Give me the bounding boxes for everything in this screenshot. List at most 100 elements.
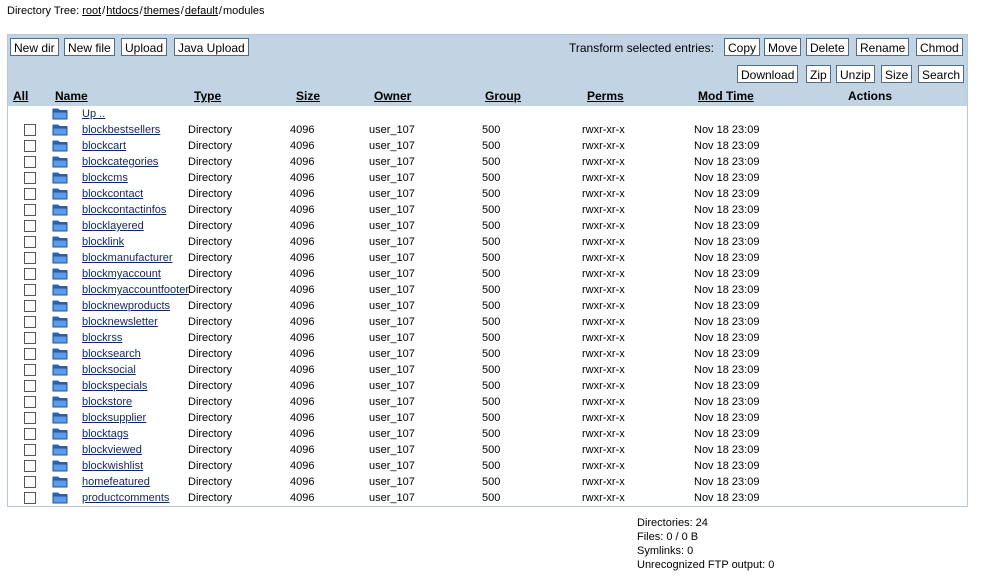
entry-name-link[interactable]: blockwishlist	[82, 459, 143, 473]
entry-name-link[interactable]: blockmyaccount	[82, 267, 161, 281]
download-button[interactable]: Download	[737, 65, 799, 83]
entry-owner: user_107	[369, 156, 415, 168]
row-checkbox[interactable]	[24, 124, 36, 136]
folder-icon	[52, 188, 68, 200]
column-header-owner[interactable]: Owner	[374, 89, 411, 103]
entry-size: 4096	[290, 460, 315, 472]
entry-name-link[interactable]: blocksearch	[82, 347, 141, 361]
row-checkbox[interactable]	[24, 428, 36, 440]
entry-size: 4096	[290, 204, 315, 216]
entry-name-link[interactable]: blockbestsellers	[82, 123, 160, 137]
row-checkbox[interactable]	[24, 220, 36, 232]
row-checkbox[interactable]	[24, 380, 36, 392]
breadcrumb-link-themes[interactable]: themes	[144, 5, 180, 17]
java-upload-button[interactable]: Java Upload	[174, 38, 249, 56]
row-checkbox[interactable]	[24, 300, 36, 312]
entry-name-link[interactable]: blockcontactinfos	[82, 203, 166, 217]
entry-size: 4096	[290, 428, 315, 440]
entry-owner: user_107	[369, 428, 415, 440]
up-directory-link[interactable]: Up ..	[82, 107, 105, 121]
delete-button[interactable]: Delete	[806, 38, 849, 56]
entry-name-link[interactable]: blocknewsletter	[82, 315, 158, 329]
row-checkbox[interactable]	[24, 396, 36, 408]
size-button[interactable]: Size	[881, 65, 913, 83]
entry-name-link[interactable]: blockviewed	[82, 443, 142, 457]
zip-button[interactable]: Zip	[806, 65, 831, 83]
row-checkbox[interactable]	[24, 204, 36, 216]
entry-size: 4096	[290, 236, 315, 248]
entry-type: Directory	[188, 428, 233, 440]
row-checkbox[interactable]	[24, 444, 36, 456]
unzip-button[interactable]: Unzip	[836, 65, 875, 83]
row-checkbox[interactable]	[24, 492, 36, 504]
row-checkbox[interactable]	[24, 236, 36, 248]
upload-button[interactable]: Upload	[121, 38, 168, 56]
breadcrumb-link-root[interactable]: root	[82, 5, 101, 17]
entry-name-link[interactable]: productcomments	[82, 491, 169, 505]
row-checkbox[interactable]	[24, 460, 36, 472]
entry-group: 500	[482, 412, 501, 424]
entry-name-link[interactable]: homefeatured	[82, 475, 150, 489]
new-file-button[interactable]: New file	[64, 38, 115, 56]
row-checkbox[interactable]	[24, 364, 36, 376]
table-row: homefeatured Directory 4096 user_107 500 rwxr…	[8, 474, 967, 490]
select-all-link[interactable]: All	[13, 89, 28, 103]
entry-name-link[interactable]: blocksupplier	[82, 411, 146, 425]
entry-group: 500	[482, 348, 501, 360]
entry-type: Directory	[188, 444, 233, 456]
entry-name-link[interactable]: blocknewproducts	[82, 299, 170, 313]
column-header-name[interactable]: Name	[55, 89, 88, 103]
row-checkbox[interactable]	[24, 316, 36, 328]
entry-size: 4096	[290, 412, 315, 424]
entry-name-link[interactable]: blockcontact	[82, 187, 143, 201]
folder-icon	[52, 108, 68, 120]
entry-owner: user_107	[369, 316, 415, 328]
row-checkbox[interactable]	[24, 348, 36, 360]
row-checkbox[interactable]	[24, 140, 36, 152]
row-checkbox[interactable]	[24, 268, 36, 280]
search-button[interactable]: Search	[918, 65, 965, 83]
breadcrumb-link-default[interactable]: default	[185, 5, 218, 17]
entry-name-link[interactable]: blocklink	[82, 235, 124, 249]
entry-name-link[interactable]: blocktags	[82, 427, 128, 441]
entry-perms: rwxr-xr-x	[582, 460, 625, 472]
copy-button[interactable]: Copy	[724, 38, 761, 56]
entry-name-link[interactable]: blockspecials	[82, 379, 147, 393]
row-checkbox[interactable]	[24, 332, 36, 344]
entry-size: 4096	[290, 252, 315, 264]
entry-name-link[interactable]: blockstore	[82, 395, 132, 409]
table-row: blockbestsellers Directory 4096 user_107 500…	[8, 122, 967, 138]
entry-owner: user_107	[369, 332, 415, 344]
row-checkbox[interactable]	[24, 252, 36, 264]
column-header-group[interactable]: Group	[485, 89, 521, 103]
entry-name-link[interactable]: blocklayered	[82, 219, 144, 233]
column-header-size[interactable]: Size	[296, 89, 320, 103]
new-dir-button[interactable]: New dir	[10, 38, 59, 56]
chmod-button[interactable]: Chmod	[916, 38, 963, 56]
move-button[interactable]: Move	[764, 38, 802, 56]
row-checkbox[interactable]	[24, 172, 36, 184]
entry-owner: user_107	[369, 284, 415, 296]
column-header-perms[interactable]: Perms	[587, 89, 624, 103]
entry-name-link[interactable]: blockcms	[82, 171, 128, 185]
entry-name-link[interactable]: blockmyaccountfooter	[82, 283, 189, 297]
row-checkbox[interactable]	[24, 156, 36, 168]
entry-size: 4096	[290, 140, 315, 152]
column-header-mod-time[interactable]: Mod Time	[698, 89, 754, 103]
rename-button[interactable]: Rename	[856, 38, 910, 56]
entry-name-link[interactable]: blockcategories	[82, 155, 158, 169]
row-checkbox[interactable]	[24, 412, 36, 424]
entry-mod-time: Nov 18 23:09	[694, 204, 760, 216]
entry-owner: user_107	[369, 460, 415, 472]
entry-name-link[interactable]: blockrss	[82, 331, 122, 345]
row-checkbox[interactable]	[24, 188, 36, 200]
column-header-type[interactable]: Type	[194, 89, 221, 103]
breadcrumb-link-htdocs[interactable]: htdocs	[106, 5, 138, 17]
entry-perms: rwxr-xr-x	[582, 204, 625, 216]
entry-name-link[interactable]: blockmanufacturer	[82, 251, 173, 265]
entry-name-link[interactable]: blockcart	[82, 139, 126, 153]
row-checkbox[interactable]	[24, 476, 36, 488]
entry-name-link[interactable]: blocksocial	[82, 363, 136, 377]
table-row: blockmanufacturer Directory 4096 user_107 50…	[8, 250, 967, 266]
row-checkbox[interactable]	[24, 284, 36, 296]
